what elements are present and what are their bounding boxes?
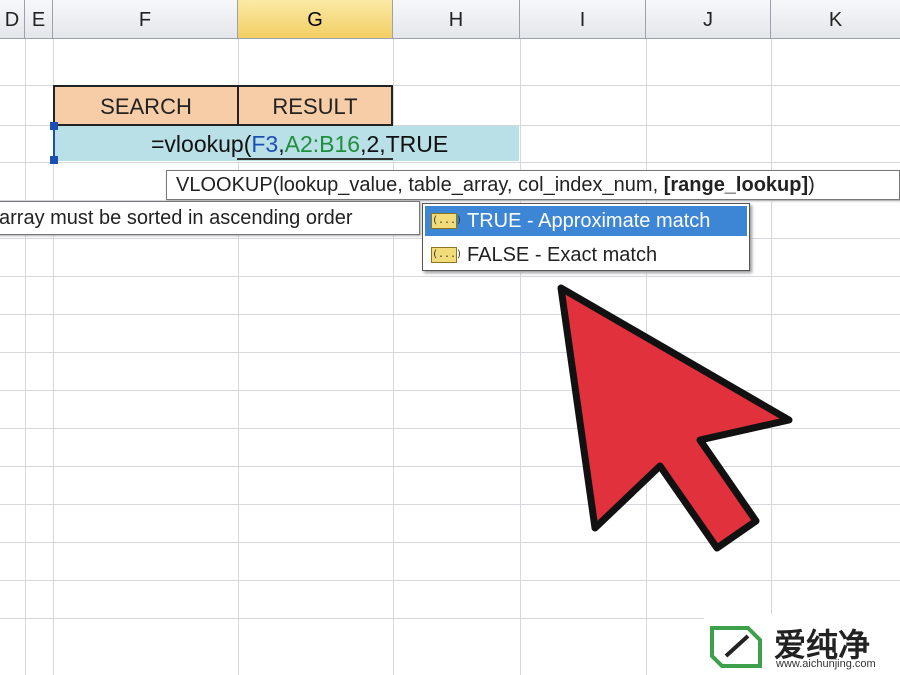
- watermark-logo: 爱纯净 www.aichunjing.com: [704, 614, 900, 675]
- watermark-url: www.aichunjing.com: [776, 658, 876, 670]
- pointer-arrow-icon: [557, 284, 793, 552]
- logo-icon: [710, 626, 762, 668]
